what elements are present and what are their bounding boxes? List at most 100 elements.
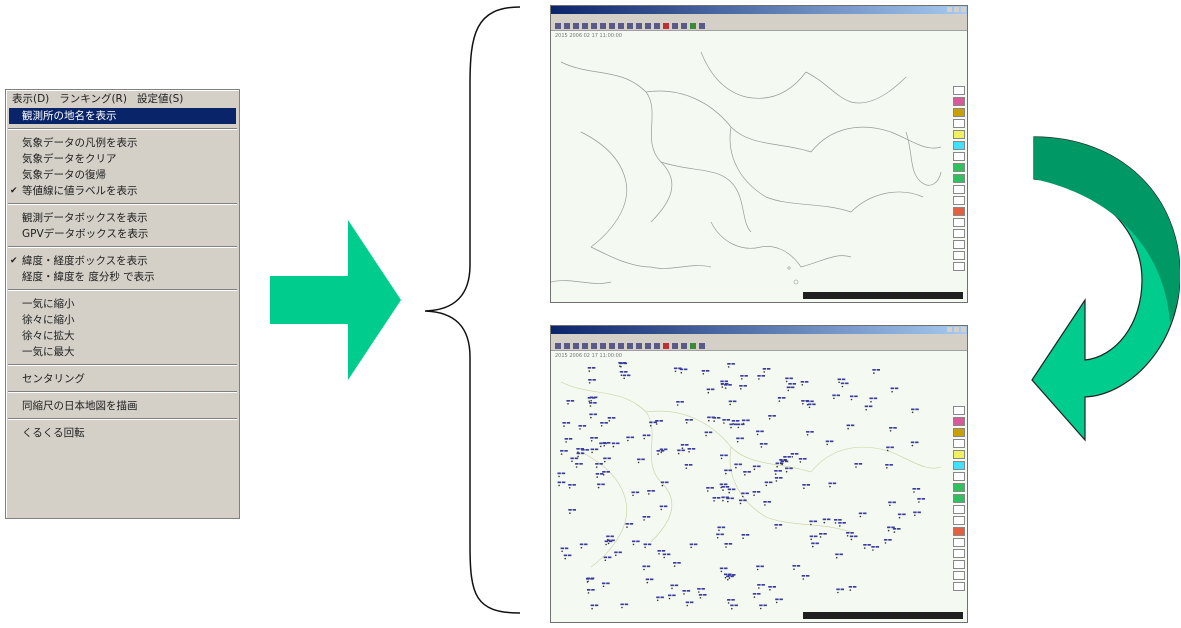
station-point bbox=[680, 371, 683, 374]
station-label-mark: ▬▬ bbox=[587, 366, 596, 371]
station-point bbox=[621, 606, 623, 609]
station-label-mark: ▬▬ bbox=[756, 429, 765, 434]
menubar-item-0[interactable]: 表示(D) bbox=[9, 91, 56, 106]
station-point bbox=[753, 468, 756, 471]
station-label-mark: ▬▬ bbox=[802, 483, 811, 488]
legend-swatch bbox=[953, 571, 965, 580]
curly-brace bbox=[424, 6, 521, 614]
menu-item[interactable]: 一気に最大 bbox=[6, 344, 239, 360]
map-canvas-with-station-labels: ▬▬ ▬▬ ▬▬ ▬▬ ▬▬ ▬▬ ▬▬ ▬▬ ▬▬ ▬▬ ▬▬ ▬▬ ▬▬ ▬▬ ▬▬ ▬▬ ▬▬ ▬▬ ▬▬ ▬▬… bbox=[557, 361, 942, 610]
station-point bbox=[724, 576, 727, 579]
station-label-mark: ▬▬ bbox=[647, 489, 656, 494]
station-point bbox=[834, 522, 837, 524]
station-label-mark: ▬▬ bbox=[643, 542, 652, 547]
station-label-mark: ▬▬ bbox=[798, 457, 807, 462]
station-point bbox=[781, 463, 783, 466]
menu-item[interactable]: ✔ 等値線に値ラベルを表示 bbox=[6, 183, 239, 199]
station-point bbox=[741, 378, 743, 380]
menu-item[interactable]: 徐々に縮小 bbox=[6, 312, 239, 328]
station-label-mark: ▬▬ bbox=[869, 397, 878, 402]
station-label-mark: ▬▬ bbox=[562, 421, 571, 426]
station-label-mark: ▬▬ bbox=[659, 447, 668, 452]
legend-swatch bbox=[953, 439, 965, 448]
station-label-mark: ▬▬ bbox=[759, 442, 768, 447]
station-point bbox=[865, 408, 867, 411]
menubar-item-2[interactable]: 設定値(S) bbox=[134, 91, 190, 106]
menu-item[interactable]: 気象データの復帰 bbox=[6, 167, 239, 183]
station-point bbox=[764, 504, 766, 506]
menu-item[interactable]: 観測データボックスを表示 bbox=[6, 210, 239, 226]
station-point bbox=[673, 565, 676, 567]
station-label-mark: ▬▬ bbox=[757, 374, 766, 379]
station-point bbox=[597, 486, 600, 489]
station-label-mark: ▬▬ bbox=[777, 396, 786, 401]
menu-item[interactable]: センタリング bbox=[6, 371, 239, 387]
station-point bbox=[588, 370, 591, 372]
station-label-mark: ▬▬ bbox=[712, 496, 721, 501]
menu-item[interactable]: 気象データの凡例を表示 bbox=[6, 135, 239, 151]
station-point bbox=[643, 437, 645, 440]
station-point bbox=[564, 557, 566, 560]
station-label-mark: ▬▬ bbox=[757, 583, 766, 588]
menu-item-label: 一気に縮小 bbox=[22, 298, 75, 310]
menu-item[interactable]: ✔ 緯度・経度ボックスを表示 bbox=[6, 253, 239, 269]
station-point bbox=[793, 568, 795, 570]
station-label-mark: ▬▬ bbox=[590, 447, 599, 452]
menu-item[interactable]: 徐々に拡大 bbox=[6, 328, 239, 344]
station-point bbox=[615, 554, 617, 557]
station-label-mark: ▬▬ bbox=[603, 555, 612, 560]
map-screenshot-without-labels: 2015 2006 02 17 11:00:00 bbox=[550, 5, 968, 303]
station-label-mark: ▬▬ bbox=[756, 565, 765, 570]
station-point bbox=[724, 387, 727, 389]
station-point bbox=[607, 538, 609, 541]
station-point bbox=[737, 426, 740, 429]
legend-swatch bbox=[953, 229, 965, 238]
menu-item[interactable]: GPVデータボックスを表示 bbox=[6, 226, 239, 242]
station-point bbox=[567, 403, 569, 405]
menu-item[interactable]: 一気に縮小 bbox=[6, 296, 239, 312]
station-point bbox=[849, 589, 852, 591]
station-label-mark: ▬▬ bbox=[811, 542, 820, 547]
legend-swatch bbox=[953, 406, 965, 415]
station-label-mark: ▬▬ bbox=[822, 518, 831, 523]
station-label-mark: ▬▬ bbox=[712, 416, 721, 421]
station-label-mark: ▬▬ bbox=[607, 416, 616, 421]
station-label-mark: ▬▬ bbox=[619, 362, 628, 367]
station-point bbox=[735, 466, 737, 469]
legend-swatch bbox=[953, 549, 965, 558]
legend-swatch bbox=[953, 207, 965, 216]
menubar-item-1[interactable]: ランキング(R) bbox=[56, 91, 134, 106]
menu-item[interactable]: 気象データをクリア bbox=[6, 151, 239, 167]
menu-item[interactable]: 経度・緯度を 度分秒 で表示 bbox=[6, 269, 239, 285]
station-point bbox=[729, 403, 731, 406]
station-label-mark: ▬▬ bbox=[660, 481, 669, 486]
menu-item-label: センタリング bbox=[22, 373, 85, 385]
menu-separator bbox=[8, 203, 237, 205]
station-point bbox=[707, 391, 710, 394]
station-point bbox=[808, 406, 811, 409]
station-label-mark: ▬▬ bbox=[563, 554, 572, 559]
station-point bbox=[760, 446, 763, 448]
menu-item[interactable]: くるくる回転 bbox=[6, 425, 239, 441]
station-point bbox=[802, 578, 805, 580]
station-point bbox=[637, 461, 640, 464]
legend-swatch bbox=[953, 240, 965, 249]
station-point bbox=[839, 525, 841, 527]
station-label-mark: ▬▬ bbox=[871, 545, 880, 550]
station-label-mark: ▬▬ bbox=[730, 604, 739, 609]
station-label-mark: ▬▬ bbox=[668, 594, 677, 599]
menu-item-label: 一気に最大 bbox=[22, 346, 75, 358]
menu-item[interactable]: 観測所の地名を表示 bbox=[9, 108, 236, 124]
menu-item[interactable]: 同縮尺の日本地図を描画 bbox=[6, 398, 239, 414]
station-label-mark: ▬▬ bbox=[872, 368, 881, 373]
legend-swatch bbox=[953, 516, 965, 525]
station-label-mark: ▬▬ bbox=[597, 483, 606, 488]
station-label-mark: ▬▬ bbox=[680, 443, 689, 448]
station-label-mark: ▬▬ bbox=[835, 553, 844, 558]
station-label-mark: ▬▬ bbox=[801, 574, 810, 579]
station-point bbox=[785, 380, 788, 383]
station-point bbox=[863, 547, 866, 549]
menu-item-label: 気象データの凡例を表示 bbox=[22, 137, 138, 149]
station-label-mark: ▬▬ bbox=[719, 566, 728, 571]
station-point bbox=[727, 578, 729, 581]
